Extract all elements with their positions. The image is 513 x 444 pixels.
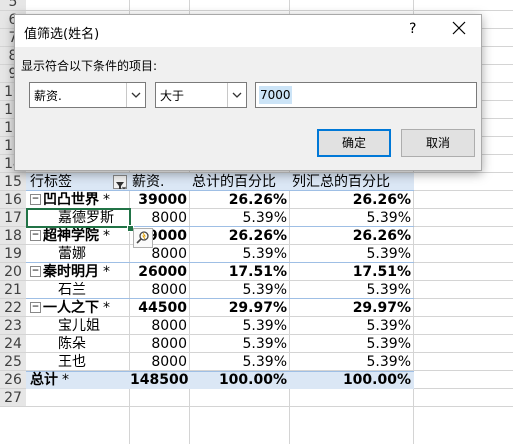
row-header[interactable]: 24 xyxy=(0,335,26,353)
row-labels-header[interactable]: 行标签 xyxy=(30,173,120,191)
filter-star: * xyxy=(103,300,110,316)
row-gridline xyxy=(26,10,513,11)
group-row-label[interactable]: − 秦时明月 * xyxy=(30,263,130,281)
pct-total-value: 5.39% xyxy=(242,282,287,298)
grand-total-pct-column: 100.00% xyxy=(342,372,411,388)
row-header[interactable]: 25 xyxy=(0,353,26,371)
value-filter-dialog: 值筛选(姓名) ? 显示符合以下条件的项目: 薪资. 大于 7000 确定 取消 xyxy=(14,14,482,171)
group-divider xyxy=(26,298,414,299)
grand-total-pct: 100.00% xyxy=(218,372,287,388)
salary-header[interactable]: 薪资. xyxy=(132,173,190,191)
grand-total-label[interactable]: 总计 * xyxy=(30,371,120,389)
value-input[interactable]: 7000 xyxy=(255,82,477,108)
row-header[interactable]: 20 xyxy=(0,263,26,281)
pct-total-value: 29.97% xyxy=(228,300,287,316)
pct-column-value: 26.26% xyxy=(352,228,411,244)
ok-button[interactable]: 确定 xyxy=(317,129,391,157)
row-header[interactable]: 18 xyxy=(0,227,26,245)
group-name: 秦时明月 xyxy=(43,264,99,280)
pct-column-header[interactable]: 列汇总的百分比 xyxy=(292,173,412,191)
salary-value: 8000 xyxy=(151,210,187,226)
pct-column-value: 17.51% xyxy=(352,264,411,280)
grand-total-text: 总计 xyxy=(30,372,58,388)
filter-star: * xyxy=(103,192,110,208)
filter-star: * xyxy=(103,264,110,280)
pct-total-value: 5.39% xyxy=(242,354,287,370)
collapse-icon[interactable]: − xyxy=(30,193,41,205)
salary-value: 8000 xyxy=(151,318,187,334)
row-header[interactable]: 23 xyxy=(0,317,26,335)
pct-total-value: 5.39% xyxy=(242,336,287,352)
row-header[interactable]: 27 xyxy=(0,389,26,407)
group-row-label[interactable]: − 一人之下 * xyxy=(30,299,130,317)
row-header[interactable]: 5 xyxy=(0,0,26,11)
pct-column-value: 5.39% xyxy=(366,282,411,298)
filter-star: * xyxy=(103,228,110,244)
pct-column-value: 5.39% xyxy=(366,246,411,262)
member-row-label[interactable]: 蕾娜 xyxy=(58,245,128,263)
grand-total-salary: 148500 xyxy=(130,372,189,388)
pct-total-value: 5.39% xyxy=(242,318,287,334)
salary-value: 8000 xyxy=(151,282,187,298)
collapse-icon[interactable]: − xyxy=(30,265,41,277)
row-header[interactable]: 26 xyxy=(0,371,26,389)
operator-select-value: 大于 xyxy=(160,89,185,103)
row-header[interactable]: 22 xyxy=(0,299,26,317)
row-header[interactable]: 16 xyxy=(0,191,26,209)
field-select-value: 薪资. xyxy=(34,89,62,103)
filter-star: * xyxy=(62,372,69,388)
pct-total-value: 26.26% xyxy=(228,228,287,244)
group-name: 超神学院 xyxy=(43,228,99,244)
row-gridline xyxy=(26,406,513,407)
group-row-label[interactable]: − 凹凸世界 * xyxy=(30,191,130,209)
dialog-title: 值筛选(姓名) xyxy=(24,27,100,42)
row-header[interactable]: 19 xyxy=(0,245,26,263)
pct-column-value: 5.39% xyxy=(366,318,411,334)
member-row-label[interactable]: 陈朵 xyxy=(58,335,128,353)
cancel-button[interactable]: 取消 xyxy=(401,129,475,157)
salary-value: 8000 xyxy=(151,354,187,370)
close-icon[interactable] xyxy=(451,20,467,36)
pct-column-value: 5.39% xyxy=(366,354,411,370)
pct-total-value: 17.51% xyxy=(228,264,287,280)
chevron-down-icon[interactable] xyxy=(126,83,145,107)
collapse-icon[interactable]: − xyxy=(30,301,41,313)
pct-column-value: 26.26% xyxy=(352,192,411,208)
pct-column-value: 5.39% xyxy=(366,210,411,226)
pct-column-value: 29.97% xyxy=(352,300,411,316)
value-input-text: 7000 xyxy=(259,86,292,104)
group-divider xyxy=(26,262,414,263)
active-cell-selection xyxy=(26,208,131,228)
member-row-label[interactable]: 宝儿姐 xyxy=(58,317,128,335)
group-row-label[interactable]: − 超神学院 * xyxy=(30,227,130,245)
salary-value: 44500 xyxy=(138,300,187,316)
dialog-titlebar: 值筛选(姓名) ? xyxy=(15,15,481,47)
pct-total-header[interactable]: 总计的百分比 xyxy=(192,173,290,191)
member-row-label[interactable]: 王也 xyxy=(58,353,128,371)
field-select[interactable]: 薪资. xyxy=(29,82,146,108)
help-button[interactable]: ? xyxy=(409,21,416,37)
salary-value: 8000 xyxy=(151,336,187,352)
pct-total-value: 5.39% xyxy=(242,246,287,262)
salary-value: 39000 xyxy=(138,192,187,208)
collapse-icon[interactable]: − xyxy=(30,229,41,241)
condition-prompt: 显示符合以下条件的项目: xyxy=(21,59,158,73)
chevron-down-icon[interactable] xyxy=(227,83,246,107)
quick-analysis-icon[interactable] xyxy=(133,228,153,248)
row-header[interactable]: 15 xyxy=(0,173,26,191)
pct-column-value: 5.39% xyxy=(366,336,411,352)
pct-total-value: 26.26% xyxy=(228,192,287,208)
row-header[interactable]: 17 xyxy=(0,209,26,227)
pct-total-value: 5.39% xyxy=(242,210,287,226)
group-name: 凹凸世界 xyxy=(43,192,99,208)
group-name: 一人之下 xyxy=(43,300,99,316)
member-row-label[interactable]: 石兰 xyxy=(58,281,128,299)
row-header[interactable]: 21 xyxy=(0,281,26,299)
operator-select[interactable]: 大于 xyxy=(155,82,247,108)
salary-value: 26000 xyxy=(138,264,187,280)
filter-dropdown-icon[interactable] xyxy=(113,175,127,190)
